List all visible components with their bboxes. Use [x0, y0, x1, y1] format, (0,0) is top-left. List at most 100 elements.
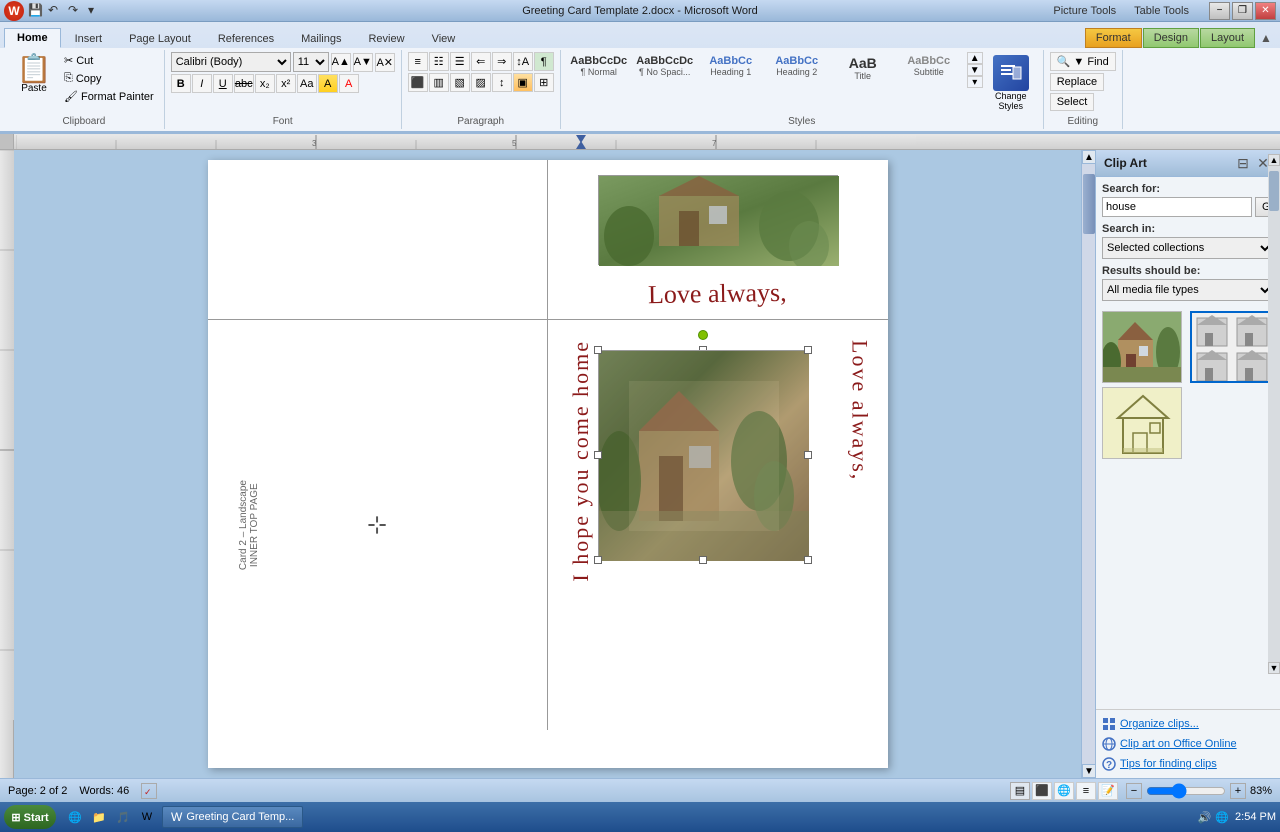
styles-up-arrow[interactable]: ▲	[967, 52, 983, 64]
tips-link[interactable]: ? Tips for finding clips	[1102, 754, 1274, 774]
results-select[interactable]: All media file types	[1102, 279, 1274, 301]
normal-view-btn[interactable]: ▤	[1010, 782, 1030, 800]
grow-font-btn[interactable]: A▲	[331, 53, 351, 72]
shrink-font-btn[interactable]: A▼	[353, 53, 373, 72]
highlight-btn[interactable]: A	[318, 74, 338, 93]
paste-button[interactable]: 📋 Paste	[10, 52, 58, 97]
find-button[interactable]: 🔍 ▼ Find	[1050, 52, 1116, 71]
outline-view-btn[interactable]: ≡	[1076, 782, 1096, 800]
superscript-btn[interactable]: x²	[276, 74, 296, 93]
scroll-down-arrow[interactable]: ▼	[1082, 764, 1096, 778]
save-quick-btn[interactable]: 💾	[28, 3, 44, 19]
borders-btn[interactable]: ⊞	[534, 73, 554, 92]
dec-indent-btn[interactable]: ⇐	[471, 52, 491, 71]
style-normal[interactable]: AaBbCcDc ¶ Normal	[567, 52, 631, 80]
close-btn[interactable]: ✕	[1255, 2, 1276, 20]
word-taskbar-item[interactable]: W Greeting Card Temp...	[162, 806, 303, 828]
styles-down-arrow[interactable]: ▼	[967, 64, 983, 76]
ie-icon[interactable]: 🌐	[64, 806, 86, 828]
zoom-in-btn[interactable]: +	[1230, 783, 1246, 799]
minimize-btn[interactable]: −	[1209, 2, 1230, 20]
sort-btn[interactable]: ↕A	[513, 52, 533, 71]
zoom-slider[interactable]	[1146, 786, 1226, 796]
redo-quick-btn[interactable]: ↷	[68, 3, 84, 19]
strikethrough-btn[interactable]: abc	[234, 74, 254, 93]
tab-view[interactable]: View	[419, 29, 469, 48]
resize-handle-tl[interactable]	[594, 346, 602, 354]
resize-handle-tr[interactable]	[804, 346, 812, 354]
zoom-out-btn[interactable]: −	[1126, 783, 1142, 799]
tab-layout[interactable]: Layout	[1200, 28, 1255, 48]
subscript-btn[interactable]: x₂	[255, 74, 275, 93]
style-title[interactable]: AaB Title	[831, 52, 895, 84]
align-center-btn[interactable]: ▥	[429, 73, 449, 92]
media-icon[interactable]: 🎵	[112, 806, 134, 828]
justify-btn[interactable]: ▨	[471, 73, 491, 92]
search-input[interactable]	[1102, 197, 1252, 217]
speaker-icon[interactable]: 🔊	[1198, 811, 1212, 824]
tab-review[interactable]: Review	[355, 29, 417, 48]
tab-references[interactable]: References	[205, 29, 287, 48]
clip-art-dock-btn[interactable]: ⊟	[1234, 154, 1252, 172]
tab-mailings[interactable]: Mailings	[288, 29, 354, 48]
tab-home[interactable]: Home	[4, 28, 61, 48]
multilevel-btn[interactable]: ☰	[450, 52, 470, 71]
undo-quick-btn[interactable]: ↶	[48, 3, 64, 19]
office-online-link[interactable]: Clip art on Office Online	[1102, 734, 1274, 754]
style-heading2[interactable]: AaBbCc Heading 2	[765, 52, 829, 80]
clear-format-btn[interactable]: A✕	[375, 53, 395, 72]
ca-scroll-up[interactable]: ▲	[1268, 154, 1280, 166]
rotate-handle[interactable]	[698, 330, 708, 340]
tab-page-layout[interactable]: Page Layout	[116, 29, 204, 48]
align-left-btn[interactable]: ⬛	[408, 73, 428, 92]
tab-format[interactable]: Format	[1085, 28, 1142, 48]
line-spacing-btn[interactable]: ↕	[492, 73, 512, 92]
ca-scroll-thumb[interactable]	[1269, 171, 1279, 211]
document-image[interactable]	[598, 350, 808, 560]
bullets-btn[interactable]: ≡	[408, 52, 428, 71]
office-logo[interactable]: W	[4, 1, 24, 21]
font-name-select[interactable]: Calibri (Body)	[171, 52, 291, 72]
style-subtitle[interactable]: AaBbCc Subtitle	[897, 52, 961, 80]
organize-clips-link[interactable]: Organize clips...	[1102, 714, 1274, 734]
draft-view-btn[interactable]: 📝	[1098, 782, 1118, 800]
full-screen-btn[interactable]: ⬛	[1032, 782, 1052, 800]
customize-quick-btn[interactable]: ▾	[88, 3, 104, 19]
ribbon-collapse-btn[interactable]: ▲	[1256, 28, 1276, 48]
scroll-up-arrow[interactable]: ▲	[1082, 150, 1096, 164]
proofing-icon[interactable]: ✓	[141, 783, 157, 799]
copy-button[interactable]: ⎘ Copy	[60, 70, 158, 87]
search-in-select[interactable]: Selected collections	[1102, 237, 1274, 259]
align-right-btn[interactable]: ▧	[450, 73, 470, 92]
italic-btn[interactable]: I	[192, 74, 212, 93]
numbering-btn[interactable]: ☷	[429, 52, 449, 71]
resize-handle-bc[interactable]	[699, 556, 707, 564]
show-para-btn[interactable]: ¶	[534, 52, 554, 71]
font-size-select[interactable]: 11	[293, 52, 329, 72]
resize-handle-ml[interactable]	[594, 451, 602, 459]
select-button[interactable]: Select	[1050, 93, 1095, 111]
ca-scroll-down[interactable]: ▼	[1268, 662, 1280, 674]
inc-indent-btn[interactable]: ⇒	[492, 52, 512, 71]
replace-button[interactable]: Replace	[1050, 73, 1104, 91]
resize-handle-bl[interactable]	[594, 556, 602, 564]
restore-btn[interactable]: ❐	[1232, 2, 1253, 20]
style-no-spacing[interactable]: AaBbCcDc ¶ No Spaci...	[633, 52, 697, 80]
clip-art-thumb-1[interactable]	[1102, 311, 1182, 383]
tab-design[interactable]: Design	[1143, 28, 1199, 48]
change-styles-button[interactable]: Change Styles	[985, 52, 1037, 114]
shading-btn[interactable]: ▣	[513, 73, 533, 92]
network-icon[interactable]: 🌐	[1215, 811, 1229, 824]
word-taskbar-icon[interactable]: W	[136, 806, 158, 828]
styles-more-arrow[interactable]: ▾	[967, 76, 983, 88]
resize-handle-mr[interactable]	[804, 451, 812, 459]
cut-button[interactable]: ✂ Cut	[60, 52, 158, 69]
bold-btn[interactable]: B	[171, 74, 191, 93]
underline-btn[interactable]: U	[213, 74, 233, 93]
scroll-thumb[interactable]	[1083, 174, 1095, 234]
format-painter-button[interactable]: 🖌 Format Painter	[60, 88, 158, 105]
style-heading1[interactable]: AaBbCc Heading 1	[699, 52, 763, 80]
change-case-btn[interactable]: Aa	[297, 74, 317, 93]
clip-art-thumb-3[interactable]	[1102, 387, 1182, 459]
start-button[interactable]: ⊞ Start	[4, 805, 56, 829]
